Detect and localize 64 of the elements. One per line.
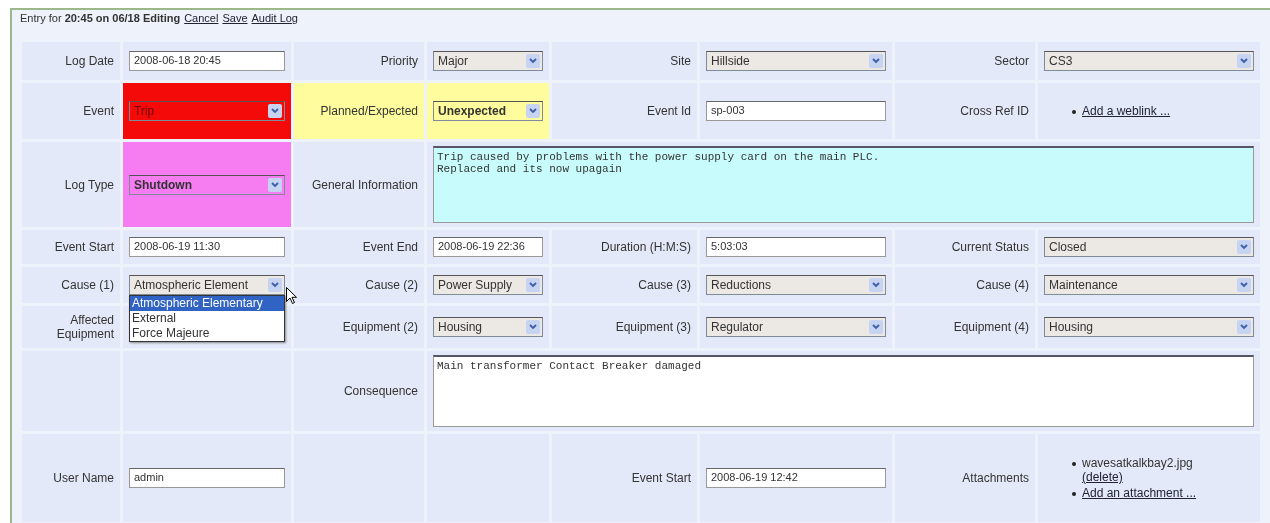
- dropdown-option[interactable]: Force Majeure: [130, 326, 284, 341]
- file-name: wavesatkalkbay2.jpg: [1082, 456, 1193, 470]
- field-label: Equipment (3): [615, 320, 691, 334]
- field-label: Event Id: [646, 104, 691, 118]
- field-label: Event Start: [631, 471, 691, 485]
- dropdown[interactable]: Closed: [1044, 237, 1254, 257]
- header-link[interactable]: Audit Log: [251, 12, 298, 24]
- dropdown[interactable]: CS3: [1044, 51, 1254, 71]
- selected-value: Unexpected: [438, 104, 508, 118]
- input-field[interactable]: 2008-06-19 11:30: [129, 237, 285, 257]
- dropdown[interactable]: Maintenance: [1044, 275, 1254, 295]
- field-label: Event End: [362, 240, 418, 254]
- dropdown-option[interactable]: Atmospheric Elementary: [130, 296, 284, 311]
- field-label: Planned/Expected: [320, 104, 418, 118]
- input-field[interactable]: 2008-06-19 12:42: [706, 468, 886, 488]
- field-label: Log Date: [65, 54, 114, 68]
- field-label: Sector: [994, 54, 1029, 68]
- selected-value: Shutdown: [134, 177, 193, 192]
- link[interactable]: Add a weblink ...: [1082, 104, 1171, 118]
- dropdown[interactable]: Hillside: [706, 51, 886, 71]
- field-label: Equipment (2): [342, 320, 418, 334]
- dropdown[interactable]: Regulator: [706, 317, 886, 337]
- field-label: Site: [670, 54, 691, 68]
- field-label: Log Type: [64, 177, 114, 192]
- link[interactable]: Add an attachment ...: [1082, 486, 1197, 500]
- field-label: Cause (2): [365, 278, 418, 292]
- dropdown[interactable]: Atmospheric Element: [129, 275, 285, 295]
- field-label: Consequence: [343, 384, 418, 398]
- field-label: General Information: [311, 177, 418, 192]
- field-label: Cause (3): [638, 278, 691, 292]
- input-field[interactable]: 5:03:03: [706, 237, 886, 257]
- input-field[interactable]: admin: [129, 468, 285, 488]
- dropdown[interactable]: Major: [433, 51, 543, 71]
- field-label: User Name: [53, 471, 114, 485]
- entry-title: Entry for 20:45 on 06/18 Editing: [20, 12, 181, 24]
- link[interactable]: (delete): [1082, 470, 1123, 484]
- field-label: Priority: [380, 54, 418, 68]
- field-label: Cross Ref ID: [960, 104, 1029, 118]
- field-label: Event: [83, 104, 114, 118]
- field-label: Current Status: [951, 240, 1029, 254]
- field-label: Cause (4): [976, 278, 1029, 292]
- text-area[interactable]: Main transformer Contact Breaker damaged: [433, 355, 1254, 427]
- field-label: Affected Equipment: [55, 313, 114, 341]
- dropdown[interactable]: Unexpected: [433, 101, 543, 121]
- input-field[interactable]: 2008-06-19 22:36: [433, 237, 543, 257]
- dropdown[interactable]: Reductions: [706, 275, 886, 295]
- dropdown[interactable]: Housing: [1044, 317, 1254, 337]
- field-label: Equipment (4): [953, 320, 1029, 334]
- text-area[interactable]: Trip caused by problems with the power supply card on the main PLC. Replaced and its now upagain: [433, 146, 1254, 223]
- bullet-icon: [1072, 462, 1076, 466]
- field-label: Duration (H:M:S): [600, 240, 691, 254]
- field-label: Attachments: [962, 471, 1029, 485]
- dropdown[interactable]: Power Supply: [433, 275, 543, 295]
- input-field[interactable]: 2008-06-18 20:45: [129, 51, 285, 71]
- dropdown-option[interactable]: External: [130, 311, 284, 326]
- header-link[interactable]: Cancel: [184, 12, 219, 24]
- field-label: Event Start: [54, 240, 114, 254]
- bullet-icon: [1072, 492, 1076, 496]
- field-label: Cause (1): [61, 278, 114, 292]
- bullet-icon: [1072, 110, 1076, 114]
- header-link[interactable]: Save: [222, 12, 248, 24]
- dropdown[interactable]: Shutdown: [129, 174, 285, 195]
- input-field[interactable]: sp-003: [706, 101, 886, 121]
- dropdown[interactable]: Housing: [433, 317, 543, 337]
